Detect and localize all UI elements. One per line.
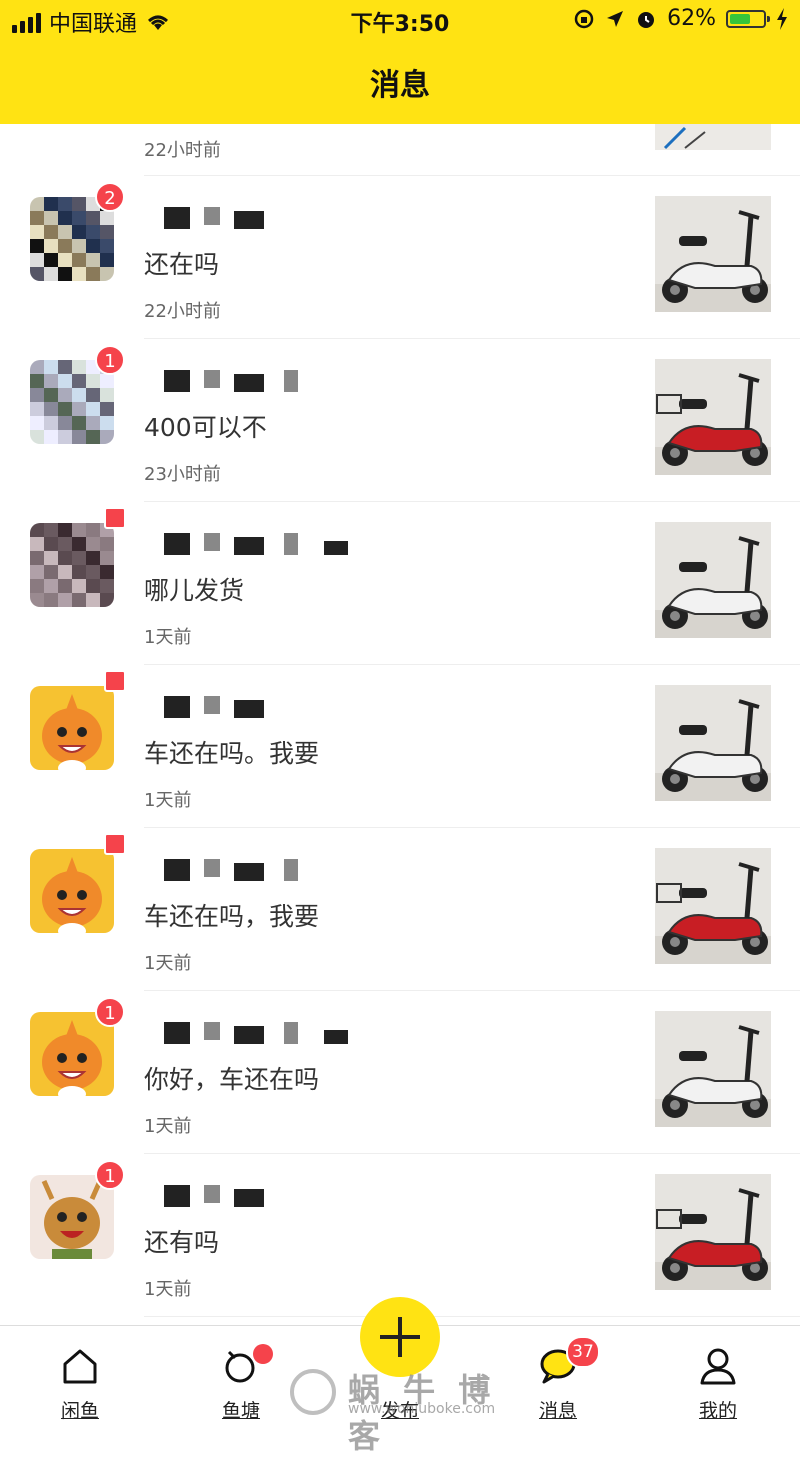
item-thumbnail[interactable]	[655, 522, 771, 638]
message-preview: 哪儿发货	[144, 576, 245, 605]
message-time: 1天前	[144, 1279, 192, 1300]
tab-label: 我的	[698, 1400, 737, 1422]
home-icon	[63, 1349, 97, 1384]
battery-icon	[726, 9, 770, 28]
message-time: 1天前	[144, 627, 192, 648]
unread-badge	[104, 670, 126, 692]
list-item[interactable]: 哪儿发货 1天前	[0, 503, 800, 666]
tab-pond[interactable]: 鱼塘	[191, 1326, 291, 1423]
list-item[interactable]: 1 你好，车还在吗 1天前	[0, 992, 800, 1155]
item-thumbnail[interactable]	[655, 1174, 771, 1290]
list-item[interactable]: 车还在吗，我要 1天前	[0, 829, 800, 992]
message-time: 1天前	[144, 1116, 192, 1137]
watermark: 蜗 牛 博 客 www.woniuboke.com	[290, 1365, 520, 1455]
divider	[144, 338, 800, 339]
avatar[interactable]	[30, 686, 114, 770]
charging-bolt-icon	[777, 7, 787, 30]
divider	[144, 664, 800, 665]
status-bar: 中国联通 下午3:50 62%	[0, 0, 800, 40]
tab-home[interactable]: 闲鱼	[30, 1326, 130, 1423]
watermark-url: www.woniuboke.com	[348, 1401, 496, 1417]
tab-label: 消息	[538, 1400, 577, 1422]
avatar[interactable]	[30, 849, 114, 933]
divider	[144, 827, 800, 828]
status-right: 62%	[573, 6, 788, 31]
tab-label: 鱼塘	[221, 1400, 260, 1422]
watermark-logo-icon	[290, 1369, 336, 1415]
divider	[144, 1316, 800, 1317]
unread-badge	[104, 833, 126, 855]
unread-badge: 2	[95, 182, 125, 212]
item-thumbnail[interactable]	[655, 685, 771, 801]
item-thumbnail[interactable]	[655, 359, 771, 475]
nav-bar: 消息	[0, 40, 800, 124]
divider	[144, 501, 800, 502]
page-title: 消息	[370, 68, 430, 103]
divider	[144, 1153, 800, 1154]
tab-profile[interactable]: 我的	[668, 1326, 768, 1423]
unread-badge	[104, 507, 126, 529]
list-item[interactable]: 1 400可以不 23小时前	[0, 340, 800, 503]
tab-label: 闲鱼	[60, 1400, 99, 1422]
tab-messages[interactable]: 37 消息	[508, 1326, 608, 1423]
divider	[144, 990, 800, 991]
message-preview: 还有吗	[144, 1228, 220, 1257]
list-item[interactable]: 1 还有吗 1天前	[0, 1155, 800, 1318]
message-preview: 车还在吗，我要	[144, 902, 320, 931]
message-time: 1天前	[144, 953, 192, 974]
message-time: 1天前	[144, 790, 192, 811]
person-icon	[700, 1348, 736, 1385]
message-preview: 还在吗	[144, 250, 220, 279]
list-item-partial[interactable]: 22小时前	[0, 124, 800, 177]
message-preview: 你好，车还在吗	[144, 1065, 320, 1094]
location-arrow-icon	[607, 10, 624, 27]
divider	[144, 175, 800, 176]
unread-badge: 1	[95, 345, 125, 375]
message-time: 23小时前	[144, 464, 221, 485]
unread-badge: 1	[95, 1160, 125, 1190]
list-item[interactable]: 车还在吗。我要 1天前	[0, 666, 800, 829]
message-time: 22小时前	[144, 140, 221, 161]
item-thumbnail[interactable]	[655, 848, 771, 964]
message-preview: 车还在吗。我要	[144, 739, 320, 768]
battery-percent: 62%	[667, 6, 716, 31]
item-thumbnail[interactable]	[655, 196, 771, 312]
message-time: 22小时前	[144, 301, 221, 322]
message-preview: 400可以不	[144, 413, 267, 442]
unread-badge: 1	[95, 997, 125, 1027]
rotation-lock-icon	[574, 9, 594, 28]
item-thumbnail[interactable]	[655, 1011, 771, 1127]
list-item[interactable]: 2 还在吗 22小时前	[0, 177, 800, 340]
avatar[interactable]	[30, 523, 114, 607]
alarm-icon	[638, 11, 655, 28]
pond-notification-dot	[253, 1344, 273, 1364]
messages-badge: 37	[566, 1336, 600, 1368]
item-thumbnail	[655, 124, 771, 150]
conversation-list[interactable]: 22小时前 2 还在吗 22小时前 1 400可以不 23小时前 哪儿发货 1天前 车还在吗。我…	[0, 124, 800, 1324]
